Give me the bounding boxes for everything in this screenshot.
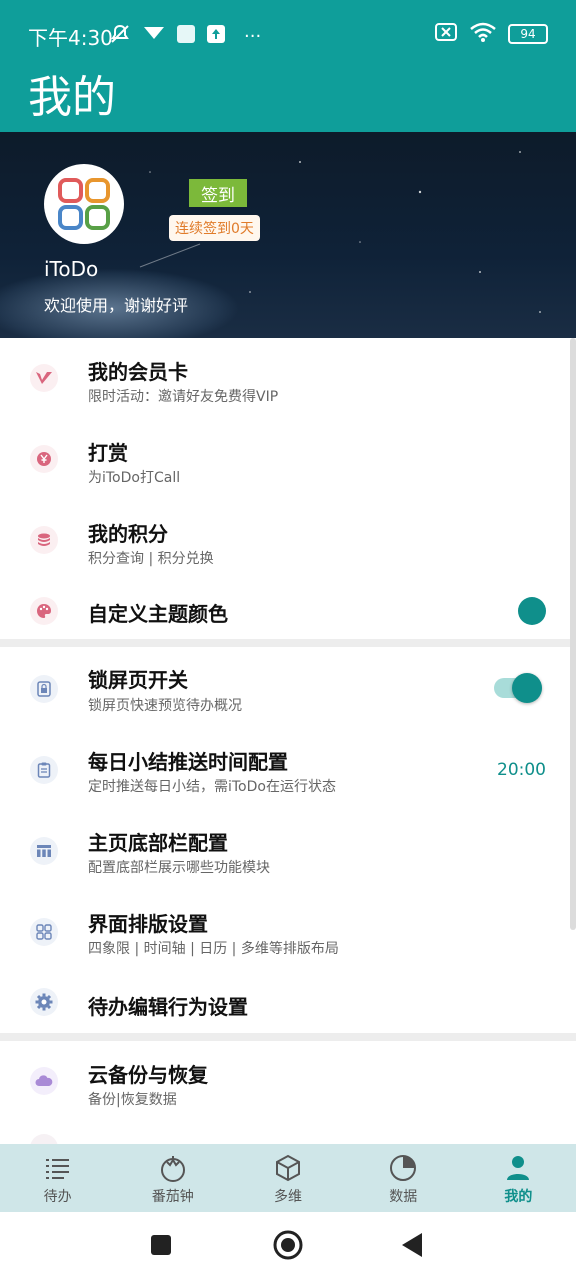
theme-color-swatch[interactable]	[518, 597, 546, 625]
cloud-icon	[30, 1067, 58, 1095]
daily-summary-time-item[interactable]: 每日小结推送时间配置 定时推送每日小结，需iToDo在运行状态 20:00	[0, 728, 576, 809]
tip-item[interactable]: 打赏 为iToDo打Call	[0, 419, 576, 500]
tomato-icon	[159, 1154, 187, 1182]
summary-time-value[interactable]: 20:00	[497, 760, 546, 780]
table-icon	[30, 837, 58, 865]
download-arrow-icon	[142, 25, 166, 47]
home-button[interactable]	[272, 1229, 304, 1265]
status-bar: 下午4:30 ··· 94	[0, 0, 576, 70]
palette-icon	[30, 597, 58, 625]
person-icon	[506, 1154, 530, 1182]
layout-settings-item[interactable]: 界面排版设置 四象限 | 时间轴 | 日历 | 多维等排版布局	[0, 890, 576, 971]
mute-icon	[108, 22, 132, 50]
item-subtitle: 为iToDo打Call	[88, 470, 181, 486]
tab-todo[interactable]: 待办	[0, 1144, 115, 1212]
back-button[interactable]	[400, 1232, 424, 1262]
item-subtitle: 配置底部栏展示哪些功能模块	[88, 860, 270, 876]
item-title: 我的会员卡	[88, 360, 188, 384]
streak-badge: 连续签到0天	[169, 215, 260, 241]
coins-icon	[30, 526, 58, 554]
membership-card-item[interactable]: 我的会员卡 限时活动：邀请好友免费得VIP	[0, 338, 576, 419]
tab-mine[interactable]: 我的	[461, 1144, 576, 1212]
tab-label: 我的	[504, 1189, 533, 1205]
bottom-bar-config-item[interactable]: 主页底部栏配置 配置底部栏展示哪些功能模块	[0, 809, 576, 890]
partial-icon	[30, 1134, 58, 1144]
item-title: 自定义主题颜色	[88, 602, 228, 626]
system-nav-bar	[0, 1212, 576, 1280]
recents-button[interactable]	[150, 1234, 172, 1260]
tab-label: 多维	[274, 1189, 302, 1205]
app-name: iToDo	[44, 257, 99, 281]
item-subtitle: 限时活动：邀请好友免费得VIP	[88, 389, 279, 405]
cube-icon	[275, 1154, 301, 1182]
item-title: 界面排版设置	[88, 912, 208, 936]
vip-icon	[30, 364, 58, 392]
scrollbar[interactable]	[570, 338, 576, 930]
more-dots: ···	[244, 25, 262, 47]
item-title: 每日小结推送时间配置	[88, 750, 288, 774]
app-header: 我的	[0, 70, 576, 132]
list-icon	[45, 1154, 71, 1182]
pie-icon	[389, 1154, 417, 1182]
next-item-partial[interactable]	[0, 1122, 576, 1144]
tab-multidimension[interactable]: 多维	[230, 1144, 345, 1212]
theme-color-item[interactable]: 自定义主题颜色	[0, 581, 576, 639]
cloud-backup-item[interactable]: 云备份与恢复 备份|恢复数据	[0, 1041, 576, 1122]
item-title: 待办编辑行为设置	[88, 995, 248, 1019]
signin-button[interactable]: 签到	[189, 179, 247, 207]
battery-icon: 94	[508, 24, 548, 44]
notification-square-icon	[176, 24, 196, 48]
grid-icon	[30, 918, 58, 946]
item-title: 我的积分	[88, 522, 168, 546]
settings-list: 我的会员卡 限时活动：邀请好友免费得VIP 打赏 为iToDo打Call 我的积…	[0, 338, 576, 1144]
tab-label: 数据	[389, 1189, 418, 1205]
app-logo	[58, 178, 110, 230]
item-subtitle: 备份|恢复数据	[88, 1092, 177, 1108]
lockscreen-toggle-item[interactable]: 锁屏页开关 锁屏页快速预览待办概况	[0, 647, 576, 728]
wifi-icon	[470, 22, 496, 46]
sim-off-icon	[434, 22, 458, 46]
tab-label: 番茄钟	[151, 1189, 194, 1205]
item-subtitle: 积分查询 | 积分兑换	[88, 551, 214, 567]
status-time: 下午4:30	[28, 26, 113, 50]
avatar[interactable]	[44, 164, 124, 244]
item-title: 锁屏页开关	[88, 668, 188, 692]
tab-label: 待办	[43, 1189, 72, 1205]
gear-icon	[30, 988, 58, 1016]
item-subtitle: 四象限 | 时间轴 | 日历 | 多维等排版布局	[88, 941, 339, 957]
status-right-icons: 94	[434, 22, 548, 46]
section-divider	[0, 639, 576, 647]
page-title: 我的	[28, 72, 116, 123]
yen-icon	[30, 445, 58, 473]
status-left-icons: ···	[108, 22, 261, 50]
profile-banner: iToDo 欢迎使用，谢谢好评 签到 连续签到0天	[0, 132, 576, 338]
lockscreen-toggle-knob[interactable]	[512, 673, 542, 703]
bottom-tab-bar: 待办 番茄钟 多维 数据 我的	[0, 1144, 576, 1212]
item-title: 主页底部栏配置	[88, 831, 228, 855]
tab-data[interactable]: 数据	[346, 1144, 461, 1212]
section-divider	[0, 1033, 576, 1041]
item-title: 云备份与恢复	[88, 1063, 208, 1087]
tab-pomodoro[interactable]: 番茄钟	[115, 1144, 230, 1212]
lock-icon	[30, 675, 58, 703]
item-subtitle: 锁屏页快速预览待办概况	[88, 698, 242, 714]
clipboard-icon	[30, 756, 58, 784]
upload-icon	[206, 24, 226, 48]
welcome-text: 欢迎使用，谢谢好评	[44, 296, 189, 315]
item-subtitle: 定时推送每日小结，需iToDo在运行状态	[88, 779, 336, 795]
item-title: 打赏	[88, 441, 128, 465]
todo-edit-behavior-item[interactable]: 待办编辑行为设置	[0, 971, 576, 1033]
points-item[interactable]: 我的积分 积分查询 | 积分兑换	[0, 500, 576, 581]
